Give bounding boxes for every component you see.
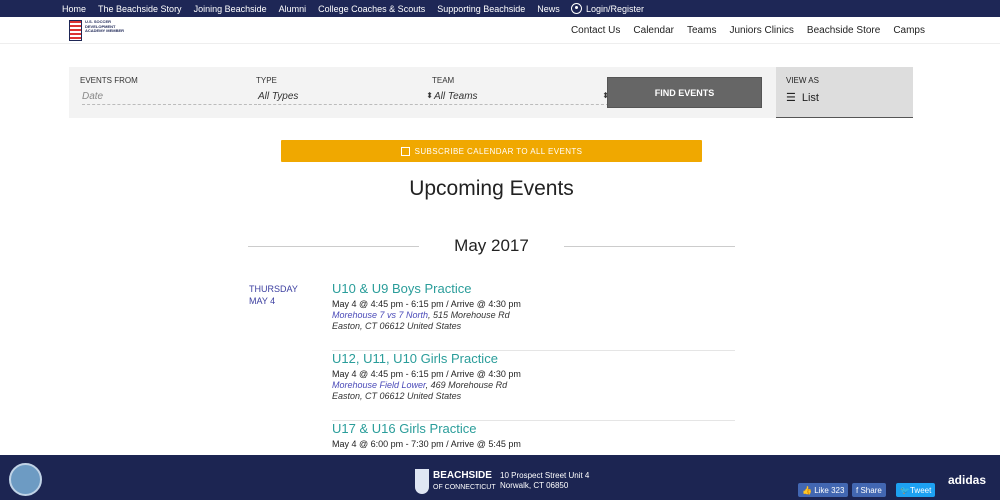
tweet-label: Tweet — [909, 485, 932, 495]
month-label: May 2017 — [454, 236, 529, 255]
event-title[interactable]: U17 & U16 Girls Practice — [332, 421, 735, 436]
team-filter: TEAM All Teams ⬍ — [432, 76, 609, 105]
beachside-logo[interactable]: BEACHSIDE OF CONNECTICUT — [415, 469, 496, 494]
list-icon: ☰ — [786, 92, 796, 104]
nav-home[interactable]: Home — [62, 4, 86, 14]
event-address: , 515 Morehouse Rd — [428, 310, 510, 320]
nav-story[interactable]: The Beachside Story — [98, 4, 182, 14]
brand-sub: OF CONNECTICUT — [433, 484, 496, 491]
brand-name: BEACHSIDE — [433, 470, 492, 481]
login-link[interactable]: Login/Register — [570, 3, 644, 14]
date-input[interactable]: Date — [82, 91, 257, 105]
nav-alumni[interactable]: Alumni — [279, 4, 307, 14]
view-as-value: List — [801, 91, 819, 104]
event-venue-link[interactable]: Morehouse 7 vs 7 North — [332, 310, 428, 320]
adidas-logo[interactable]: adidas — [948, 473, 986, 487]
team-value: All Teams — [434, 91, 478, 102]
view-as-select[interactable]: VIEW AS ☰ List — [776, 67, 913, 118]
sub-nav-teams[interactable]: Teams — [687, 25, 716, 36]
sub-nav-store[interactable]: Beachside Store — [807, 25, 880, 36]
type-select[interactable]: All Types ⬍ — [258, 91, 433, 105]
thumbs-up-icon: 👍 — [802, 485, 815, 495]
event-filters: EVENTS FROM Date TYPE All Types ⬍ TEAM All T… — [69, 67, 913, 118]
facebook-like-button[interactable]: 👍 Like 323 — [798, 483, 849, 497]
top-nav: Home The Beachside Story Joining Beachsi… — [0, 0, 1000, 17]
nav-supporting[interactable]: Supporting Beachside — [437, 4, 525, 14]
logo-text: U.S. SOCCER DEVELOPMENT ACADEMY MEMBER — [85, 19, 125, 33]
event-city: Easton, CT 06612 United States — [332, 391, 462, 401]
nav-news[interactable]: News — [537, 4, 560, 14]
calendar-icon — [400, 146, 410, 156]
shield-icon — [415, 469, 429, 494]
event-item: U10 & U9 Boys Practice May 4 @ 4:45 pm -… — [332, 281, 735, 351]
subscribe-calendar-button[interactable]: SUBSCRIBE CALENDAR TO ALL EVENTS — [281, 140, 702, 162]
type-label: TYPE — [256, 76, 277, 85]
da-logo[interactable]: U.S. SOCCER DEVELOPMENT ACADEMY MEMBER — [69, 19, 135, 41]
footer-address: 10 Prospect Street Unit 4 Norwalk, CT 068… — [500, 471, 589, 491]
event-day: THURSDAY MAY 4 — [249, 283, 298, 307]
sub-nav-camps[interactable]: Camps — [893, 25, 925, 36]
event-time: May 4 @ 4:45 pm - 6:15 pm / Arrive @ 4:3… — [332, 299, 521, 309]
login-label: Login/Register — [585, 3, 644, 14]
page-title: Upcoming Events — [409, 177, 574, 200]
address-line-1: 10 Prospect Street Unit 4 — [500, 471, 590, 480]
event-title[interactable]: U10 & U9 Boys Practice — [332, 281, 735, 296]
events-from-label: EVENTS FROM — [80, 76, 138, 85]
like-label: Like 323 — [814, 485, 845, 495]
event-venue-link[interactable]: Morehouse Field Lower — [332, 380, 426, 390]
nav-coaches[interactable]: College Coaches & Scouts — [318, 4, 425, 14]
month-separator: May 2017 — [248, 236, 736, 256]
facebook-share-button[interactable]: f Share — [852, 483, 886, 497]
event-city: Easton, CT 06612 United States — [332, 321, 462, 331]
event-time: May 4 @ 4:45 pm - 6:15 pm / Arrive @ 4:3… — [332, 369, 521, 379]
nav-joining[interactable]: Joining Beachside — [194, 4, 267, 14]
type-value: All Types — [258, 91, 299, 102]
sub-nav-clinics[interactable]: Juniors Clinics — [729, 25, 793, 36]
da-badge-icon — [69, 20, 82, 41]
select-arrows-icon: ⬍ — [426, 91, 433, 100]
footer: BEACHSIDE OF CONNECTICUT 10 Prospect Stre… — [0, 455, 1000, 500]
address-line-2: Norwalk, CT 06850 — [500, 481, 569, 490]
sub-nav-calendar[interactable]: Calendar — [633, 25, 674, 36]
user-icon — [570, 3, 582, 14]
share-label: Share — [860, 485, 882, 495]
team-select[interactable]: All Teams ⬍ — [434, 91, 609, 105]
subscribe-label: SUBSCRIBE CALENDAR TO ALL EVENTS — [414, 146, 583, 156]
event-address: , 469 Morehouse Rd — [425, 380, 508, 390]
event-item: U12, U11, U10 Girls Practice May 4 @ 4:4… — [332, 351, 735, 421]
events-from-filter: EVENTS FROM Date — [80, 76, 257, 105]
sub-nav: U.S. SOCCER DEVELOPMENT ACADEMY MEMBER C… — [0, 17, 1000, 44]
event-title[interactable]: U12, U11, U10 Girls Practice — [332, 351, 735, 366]
day-date: MAY 4 — [249, 296, 276, 306]
day-weekday: THURSDAY — [249, 284, 298, 294]
find-events-button[interactable]: FIND EVENTS — [607, 77, 762, 108]
twitter-icon: 🐦 — [900, 485, 910, 495]
view-as-label: VIEW AS — [786, 76, 819, 85]
nycfc-logo[interactable] — [9, 463, 42, 496]
tweet-button[interactable]: 🐦 Tweet — [896, 483, 936, 497]
type-filter: TYPE All Types ⬍ — [256, 76, 433, 105]
sub-nav-contact[interactable]: Contact Us — [571, 25, 620, 36]
event-time: May 4 @ 6:00 pm - 7:30 pm / Arrive @ 5:4… — [332, 439, 521, 449]
team-label: TEAM — [432, 76, 455, 85]
